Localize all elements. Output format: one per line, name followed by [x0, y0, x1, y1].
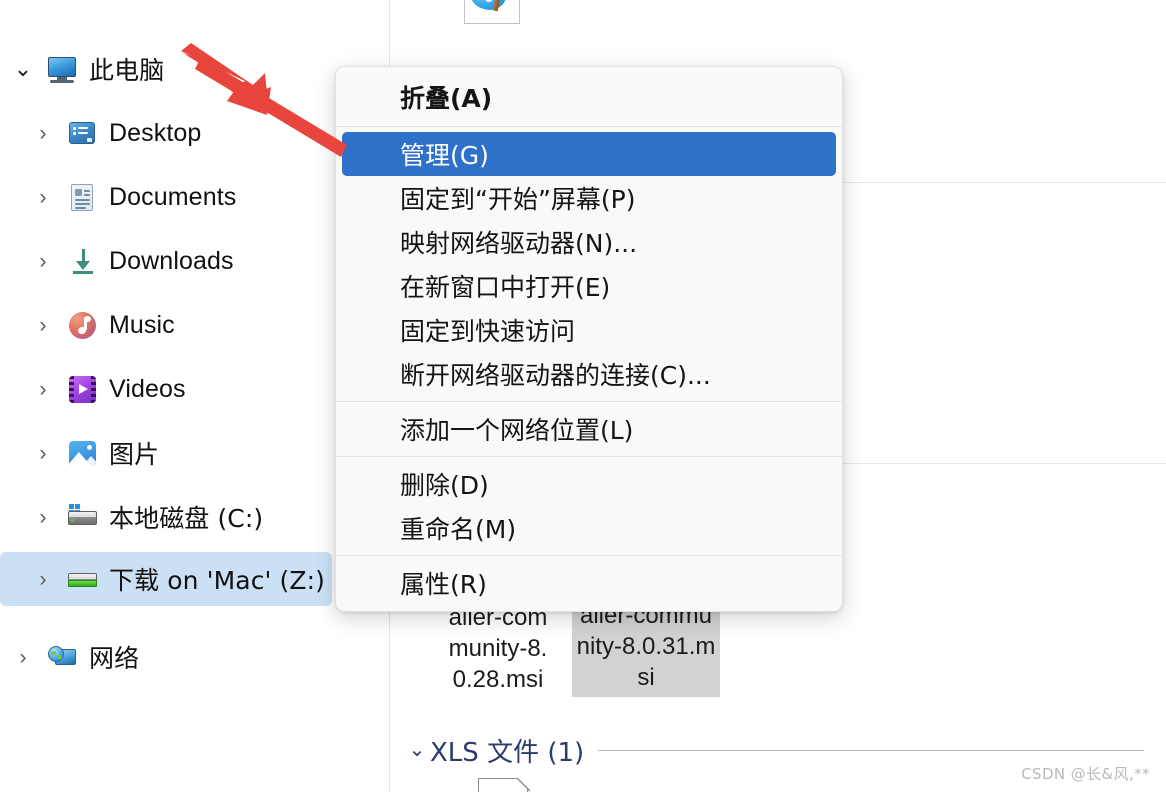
network-drive-icon: [66, 564, 100, 594]
chevron-right-icon[interactable]: ›: [20, 187, 66, 208]
menu-item-pin-to-quick-access[interactable]: 固定到快速访问: [342, 308, 836, 352]
group-header-rule: [598, 749, 1144, 751]
menu-item-collapse[interactable]: 折叠(A): [342, 73, 836, 121]
menu-separator: [336, 555, 842, 556]
chevron-right-icon[interactable]: ›: [20, 507, 66, 528]
sidebar-item-network[interactable]: › 网络: [0, 630, 332, 684]
file-name-label: aller-community-8.0.28.msi: [448, 604, 548, 693]
music-icon: [66, 310, 100, 340]
navigation-pane[interactable]: ⌄ 此电脑 › Desktop › Documents › Downloads …: [0, 0, 390, 792]
menu-separator: [336, 456, 842, 457]
chevron-down-icon[interactable]: ⌄: [0, 58, 46, 80]
file-tile-msi-2[interactable]: aller-community-8.0.31.msi: [572, 598, 720, 697]
xls-file-icon[interactable]: [478, 777, 531, 792]
menu-item-manage[interactable]: 管理(G): [342, 132, 836, 176]
sidebar-item-desktop[interactable]: › Desktop: [0, 106, 332, 160]
documents-icon: [66, 182, 100, 212]
group-header-label: XLS 文件 (1): [430, 737, 585, 768]
sidebar-item-label: Music: [109, 310, 175, 339]
menu-item-disconnect-network-drive[interactable]: 断开网络驱动器的连接(C)...: [342, 352, 836, 396]
sidebar-item-local-disk-c[interactable]: › 本地磁盘 (C:): [0, 490, 332, 544]
chevron-down-icon[interactable]: ⌄: [404, 740, 430, 760]
downloads-icon: [66, 246, 100, 276]
menu-separator: [336, 126, 842, 127]
sidebar-item-music[interactable]: › Music: [0, 298, 332, 352]
network-icon: [46, 642, 80, 672]
sidebar-item-downloads[interactable]: › Downloads: [0, 234, 332, 288]
sidebar-item-label: Documents: [109, 182, 237, 211]
context-menu[interactable]: 折叠(A) 管理(G) 固定到“开始”屏幕(P) 映射网络驱动器(N)... 在…: [335, 66, 843, 612]
sidebar-item-this-pc[interactable]: ⌄ 此电脑: [0, 42, 332, 96]
sidebar-item-label: 此电脑: [89, 56, 165, 85]
sidebar-item-label: 下载 on 'Mac' (Z:): [109, 566, 326, 595]
chevron-right-icon[interactable]: ›: [20, 443, 66, 464]
menu-item-properties[interactable]: 属性(R): [342, 561, 836, 605]
chevron-right-icon[interactable]: ›: [0, 647, 46, 668]
menu-item-delete[interactable]: 删除(D): [342, 462, 836, 506]
sidebar-item-videos[interactable]: › Videos: [0, 362, 332, 416]
file-tile-msi-1[interactable]: aller-community-8.0.28.msi: [442, 600, 554, 699]
sidebar-item-pictures[interactable]: › 图片: [0, 426, 332, 480]
chevron-right-icon[interactable]: ›: [20, 315, 66, 336]
sidebar-item-label: 网络: [89, 644, 140, 673]
menu-item-add-network-location[interactable]: 添加一个网络位置(L): [342, 407, 836, 451]
watermark: CSDN @长&风,**: [1021, 765, 1150, 783]
paint-palette-icon: [471, 0, 511, 12]
chevron-right-icon[interactable]: ›: [20, 379, 66, 400]
pictures-icon: [66, 438, 100, 468]
menu-separator: [336, 401, 842, 402]
sidebar-item-documents[interactable]: › Documents: [0, 170, 332, 224]
sidebar-item-label: Videos: [109, 374, 186, 403]
sidebar-item-label: 本地磁盘 (C:): [109, 504, 264, 533]
sidebar-item-label: Desktop: [109, 118, 202, 147]
chevron-right-icon[interactable]: ›: [20, 569, 66, 590]
chevron-right-icon[interactable]: ›: [20, 251, 66, 272]
sidebar-item-label: 图片: [109, 440, 160, 469]
menu-item-pin-to-start[interactable]: 固定到“开始”屏幕(P): [342, 176, 836, 220]
file-name-label: aller-community-8.0.31.msi: [576, 602, 716, 691]
menu-item-open-new-window[interactable]: 在新窗口中打开(E): [342, 264, 836, 308]
paint-file-item[interactable]: [464, 0, 522, 26]
local-disk-icon: [66, 502, 100, 532]
sidebar-item-mac-downloads-z[interactable]: › 下载 on 'Mac' (Z:): [0, 552, 332, 606]
screenshot-canvas: aller-community-8.0.28.msi aller-communi…: [0, 0, 1166, 792]
videos-icon: [66, 374, 100, 404]
sidebar-item-label: Downloads: [109, 246, 234, 275]
chevron-right-icon[interactable]: ›: [20, 123, 66, 144]
menu-item-rename[interactable]: 重命名(M): [342, 506, 836, 550]
desktop-folder-icon: [66, 118, 100, 148]
menu-item-map-network-drive[interactable]: 映射网络驱动器(N)...: [342, 220, 836, 264]
monitor-icon: [46, 54, 80, 84]
